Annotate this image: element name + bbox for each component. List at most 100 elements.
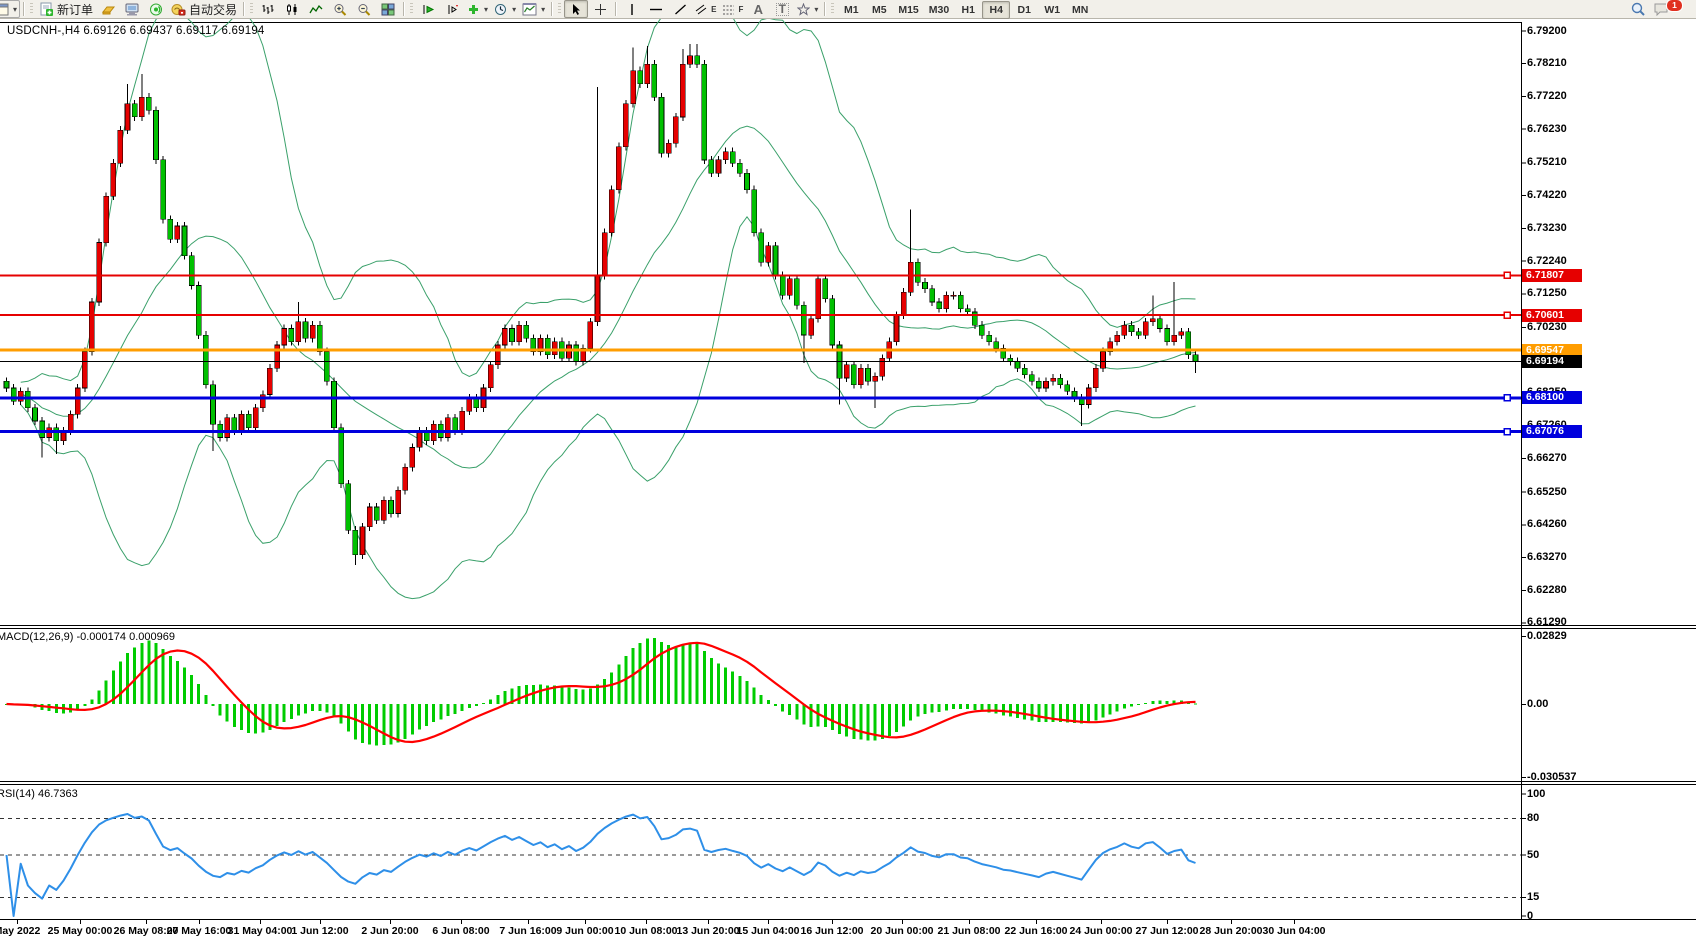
chart-area[interactable]: USDCNH-,H4 6.69126 6.69437 6.69117 6.691… xyxy=(0,18,1696,943)
chart-shift-button[interactable] xyxy=(440,0,464,18)
price-badge: 6.68100 xyxy=(1522,391,1582,404)
fibonacci-glyph: F xyxy=(738,5,743,14)
price-tick-label: 6.77220 xyxy=(1527,90,1567,103)
toolbar-separator xyxy=(824,2,826,16)
horizontal-line-icon xyxy=(649,3,663,16)
text-tool-glyph: A xyxy=(754,2,763,17)
horizontal-level-line[interactable] xyxy=(0,396,1521,399)
hline-drag-marker[interactable] xyxy=(1504,272,1510,278)
price-tick-label: 6.61290 xyxy=(1527,616,1567,629)
rsi-axis-label: 50 xyxy=(1527,849,1539,862)
time-axis-label: 15 Jun 04:00 xyxy=(736,925,799,937)
new-order-button[interactable]: 新订单 xyxy=(36,0,96,18)
timeframe-button-h4[interactable]: H4 xyxy=(982,1,1010,19)
templates-button[interactable]: ▾ xyxy=(519,0,548,18)
price-tick-label: 6.72240 xyxy=(1527,255,1567,268)
chart-canvas[interactable] xyxy=(0,18,1696,943)
signals-button[interactable] xyxy=(144,0,168,18)
chart-window-icon xyxy=(0,3,9,16)
fibonacci-icon xyxy=(722,3,735,16)
time-axis-label: 21 Jun 08:00 xyxy=(937,925,1000,937)
caret-icon: ▾ xyxy=(814,5,818,14)
search-button[interactable] xyxy=(1626,0,1650,18)
zoom-out-button[interactable] xyxy=(352,0,376,18)
bar-chart-button[interactable] xyxy=(256,0,280,18)
hline-drag-marker[interactable] xyxy=(1504,395,1510,401)
autotrading-button[interactable]: 自动交易 xyxy=(168,0,240,18)
text-label-tool-button[interactable]: T xyxy=(770,0,794,18)
signals-icon xyxy=(149,3,163,16)
zoom-out-icon xyxy=(357,3,371,16)
text-tool-button[interactable]: A xyxy=(746,0,770,18)
channel-tool-button[interactable]: E xyxy=(692,0,719,18)
crosshair-tool-button[interactable] xyxy=(588,0,612,18)
time-axis-label: 22 Jun 16:00 xyxy=(1004,925,1067,937)
hline-drag-marker[interactable] xyxy=(1504,429,1510,435)
mt4-window: ▾ 新订单 自动交易 xyxy=(0,0,1696,943)
fibonacci-tool-button[interactable]: F xyxy=(719,0,746,18)
time-axis-label: 2 Jun 20:00 xyxy=(361,925,418,937)
chart-shift-icon xyxy=(445,3,459,16)
price-tick-label: 6.73230 xyxy=(1527,222,1567,235)
profiles-button[interactable] xyxy=(96,0,120,18)
toolbar-separator xyxy=(615,2,617,16)
time-axis-label: 30 Jun 04:00 xyxy=(1262,925,1325,937)
price-tick-label: 6.65250 xyxy=(1527,486,1567,499)
toolbar-grip xyxy=(831,3,834,15)
vertical-line-tool-button[interactable] xyxy=(620,0,644,18)
price-tick-label: 6.74220 xyxy=(1527,189,1567,202)
timeframe-button-m30[interactable]: M30 xyxy=(924,1,954,19)
timeframe-button-m5[interactable]: M5 xyxy=(865,1,893,19)
horizontal-line-tool-button[interactable] xyxy=(644,0,668,18)
price-tick-label: 6.71250 xyxy=(1527,287,1567,300)
channel-glyph: E xyxy=(711,5,716,14)
arrows-tool-button[interactable]: ▾ xyxy=(794,0,821,18)
timeframe-button-m1[interactable]: M1 xyxy=(837,1,865,19)
price-tick-label: 6.76230 xyxy=(1527,123,1567,136)
timeframe-button-mn[interactable]: MN xyxy=(1066,1,1094,19)
periods-button[interactable]: ▾ xyxy=(491,0,519,18)
caret-icon: ▾ xyxy=(541,5,545,14)
channel-icon xyxy=(695,3,708,16)
toolbar-separator xyxy=(23,2,25,16)
toolbar-separator xyxy=(551,2,553,16)
chart-window-button[interactable]: ▾ xyxy=(0,0,20,18)
zoom-in-icon xyxy=(333,3,347,16)
auto-scroll-icon xyxy=(421,3,435,16)
hline-drag-marker[interactable] xyxy=(1504,312,1510,318)
zoom-in-button[interactable] xyxy=(328,0,352,18)
time-axis-label: 16 Jun 12:00 xyxy=(800,925,863,937)
horizontal-level-line[interactable] xyxy=(0,274,1521,276)
price-badge: 6.67076 xyxy=(1522,425,1582,438)
caret-icon: ▾ xyxy=(13,5,17,14)
horizontal-level-line[interactable] xyxy=(0,349,1521,352)
add-indicator-button[interactable]: ▾ xyxy=(464,0,491,18)
price-tick-label: 6.64260 xyxy=(1527,518,1567,531)
timeframe-button-h1[interactable]: H1 xyxy=(954,1,982,19)
horizontal-level-line[interactable] xyxy=(0,361,1521,362)
metaeditor-button[interactable] xyxy=(120,0,144,18)
candlestick-chart-button[interactable] xyxy=(280,0,304,18)
auto-scroll-button[interactable] xyxy=(416,0,440,18)
label-tool-glyph: T xyxy=(776,3,789,16)
timeframe-button-m15[interactable]: M15 xyxy=(893,1,923,19)
macd-axis-label: 0.02829 xyxy=(1527,630,1567,643)
trendline-icon xyxy=(674,3,687,16)
notifications-button[interactable]: 1 xyxy=(1650,0,1692,18)
notification-count-badge: 1 xyxy=(1666,0,1683,12)
trendline-tool-button[interactable] xyxy=(668,0,692,18)
time-axis-label: 27 Jun 12:00 xyxy=(1135,925,1198,937)
horizontal-level-line[interactable] xyxy=(0,430,1521,433)
time-axis-label: 24 Jun 00:00 xyxy=(1069,925,1132,937)
vertical-line-icon xyxy=(627,3,637,16)
timeframe-button-w1[interactable]: W1 xyxy=(1038,1,1066,19)
horizontal-level-line[interactable] xyxy=(0,314,1521,316)
metaeditor-icon xyxy=(125,3,140,16)
cursor-tool-button[interactable] xyxy=(564,0,588,18)
timeframe-button-d1[interactable]: D1 xyxy=(1010,1,1038,19)
time-axis-label: 6 Jun 08:00 xyxy=(432,925,489,937)
line-chart-button[interactable] xyxy=(304,0,328,18)
tile-windows-button[interactable] xyxy=(376,0,400,18)
time-axis-label: 7 Jun 16:00 xyxy=(499,925,556,937)
toolbar-separator xyxy=(243,2,245,16)
